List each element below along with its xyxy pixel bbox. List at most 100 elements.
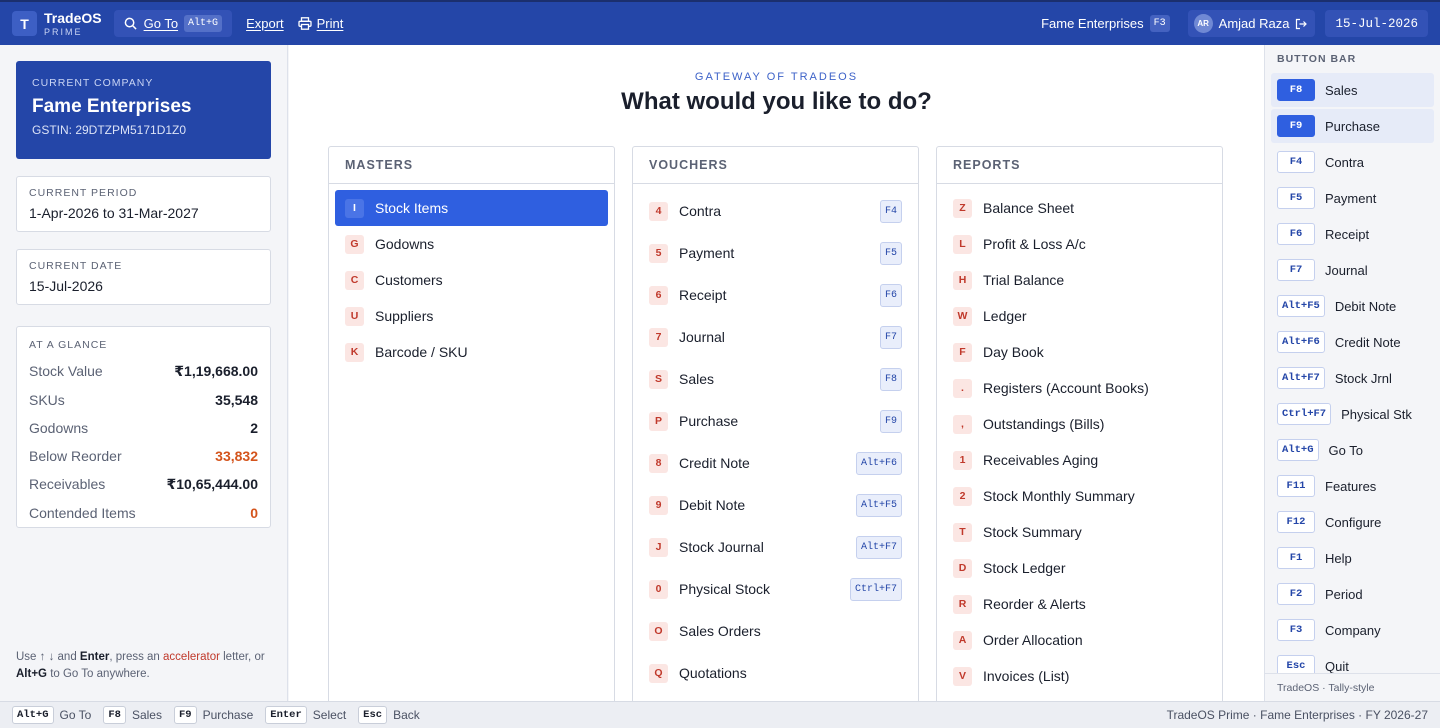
buttonbar-sales[interactable]: F8 Sales <box>1271 73 1434 107</box>
status-back[interactable]: Esc Back <box>358 706 420 724</box>
hint-text: to Go To anywhere. <box>47 668 150 680</box>
user-name: Amjad Raza <box>1218 16 1290 31</box>
vouchers-item-sales[interactable]: S Sales F8 <box>639 358 912 400</box>
export-button[interactable]: Export <box>246 16 284 31</box>
reports-item-trial-balance[interactable]: H Trial Balance <box>943 262 1216 298</box>
buttonbar-journal[interactable]: F7 Journal <box>1271 253 1434 287</box>
menu-item-label: Credit Note <box>679 455 750 471</box>
buttonbar-features[interactable]: F11 Features <box>1271 469 1434 503</box>
masters-item-stock-items[interactable]: I Stock Items <box>335 190 608 226</box>
print-label: Print <box>316 16 344 31</box>
print-button[interactable]: Print <box>297 16 344 31</box>
buttonbar-purchase[interactable]: F9 Purchase <box>1271 109 1434 143</box>
buttonbar-company[interactable]: F3 Company <box>1271 613 1434 647</box>
accelerator-key: 7 <box>649 327 668 347</box>
current-period-box[interactable]: CURRENT PERIOD 1-Apr-2026 to 31-Mar-2027 <box>16 176 271 232</box>
vouchers-item-purchase[interactable]: P Purchase F9 <box>639 400 912 442</box>
buttonbar-go-to[interactable]: Alt+G Go To <box>1271 433 1434 467</box>
button-bar: BUTTON BAR F8 Sales F9 Purchase F4 Contra F5 Pa… <box>1264 45 1440 701</box>
status-select[interactable]: Enter Select <box>265 706 346 724</box>
status-sales[interactable]: F8 Sales <box>103 706 162 724</box>
vouchers-header: VOUCHERS <box>633 147 918 184</box>
buttonbar-configure[interactable]: F12 Configure <box>1271 505 1434 539</box>
masters-item-godowns[interactable]: G Godowns <box>335 226 608 262</box>
masters-item-customers[interactable]: C Customers <box>335 262 608 298</box>
accelerator-key: P <box>649 411 668 431</box>
buttonbar-contra[interactable]: F4 Contra <box>1271 145 1434 179</box>
vouchers-item-physical-stock[interactable]: 0 Physical Stock Ctrl+F7 <box>639 568 912 610</box>
menu-item-label: Ledger <box>983 308 1027 324</box>
reports-item-profit-loss-a-c[interactable]: L Profit & Loss A/c <box>943 226 1216 262</box>
vouchers-item-journal[interactable]: 7 Journal F7 <box>639 316 912 358</box>
period-label: CURRENT PERIOD <box>29 187 138 199</box>
buttonbar-receipt[interactable]: F6 Receipt <box>1271 217 1434 251</box>
shortcut-key: Alt+F7 <box>1277 367 1325 389</box>
buttonbar-label: Sales <box>1325 82 1358 98</box>
buttonbar-label: Features <box>1325 478 1377 494</box>
date-display[interactable]: 15-Jul-2026 <box>1325 10 1428 37</box>
buttonbar-credit-note[interactable]: Alt+F6 Credit Note <box>1271 325 1434 359</box>
reports-item-stock-ledger[interactable]: D Stock Ledger <box>943 550 1216 586</box>
glance-row-label: Stock Value <box>29 363 103 379</box>
menu-item-label: Barcode / SKU <box>375 344 468 360</box>
buttonbar-payment[interactable]: F5 Payment <box>1271 181 1434 215</box>
vouchers-item-sales-orders[interactable]: O Sales Orders <box>639 610 912 652</box>
buttonbar-label: Company <box>1325 622 1381 638</box>
goto-label: Go To <box>143 16 179 31</box>
buttonbar-period[interactable]: F2 Period <box>1271 577 1434 611</box>
shortcut-badge: F9 <box>879 409 902 433</box>
search-icon <box>124 17 137 30</box>
glance-row-label: Below Reorder <box>29 448 122 464</box>
buttonbar-debit-note[interactable]: Alt+F5 Debit Note <box>1271 289 1434 323</box>
buttonbar-physical-stk[interactable]: Ctrl+F7 Physical Stk <box>1271 397 1434 431</box>
menu-item-label: Balance Sheet <box>983 200 1075 216</box>
glance-row: Godowns 2 <box>29 420 258 436</box>
buttonbar-label: Credit Note <box>1334 334 1401 350</box>
vouchers-item-stock-journal[interactable]: J Stock Journal Alt+F7 <box>639 526 912 568</box>
buttonbar-help[interactable]: F1 Help <box>1271 541 1434 575</box>
vouchers-item-payment[interactable]: 5 Payment F5 <box>639 232 912 274</box>
company-switcher[interactable]: Fame Enterprises F3 <box>1041 15 1170 32</box>
reports-item-balance-sheet[interactable]: Z Balance Sheet <box>943 190 1216 226</box>
vouchers-item-receipt[interactable]: 6 Receipt F6 <box>639 274 912 316</box>
menu-item-label: Outstandings (Bills) <box>983 416 1105 432</box>
accelerator-key: F <box>953 342 972 362</box>
reports-item-ledger[interactable]: W Ledger <box>943 298 1216 334</box>
logout-icon[interactable] <box>1295 18 1308 30</box>
accelerator-key: I <box>345 198 364 218</box>
shortcut-key: F3 <box>1277 619 1315 641</box>
reports-item-reorder-alerts[interactable]: R Reorder & Alerts <box>943 586 1216 622</box>
masters-item-suppliers[interactable]: U Suppliers <box>335 298 608 334</box>
reports-item-registers-account-books[interactable]: . Registers (Account Books) <box>943 370 1216 406</box>
accelerator-key: V <box>953 666 972 686</box>
reports-item-invoices-list[interactable]: V Invoices (List) <box>943 658 1216 694</box>
vouchers-item-portal-orders[interactable]: -Portal Orders <box>639 694 912 701</box>
status-purchase[interactable]: F9 Purchase <box>173 706 253 724</box>
shortcut-key: F11 <box>1277 475 1315 497</box>
vouchers-item-contra[interactable]: 4 Contra F4 <box>639 190 912 232</box>
user-menu[interactable]: AR Amjad Raza <box>1187 10 1316 37</box>
reports-item-stock-monthly-summary[interactable]: 2 Stock Monthly Summary <box>943 478 1216 514</box>
reports-item-order-allocation[interactable]: A Order Allocation <box>943 622 1216 658</box>
shortcut-key: Alt+F6 <box>1277 331 1325 353</box>
goto-button[interactable]: Go To Alt+G <box>113 10 233 37</box>
buttonbar-stock-jrnl[interactable]: Alt+F7 Stock Jrnl <box>1271 361 1434 395</box>
accelerator-key: G <box>345 234 364 254</box>
reports-item-receivables-aging[interactable]: 1 Receivables Aging <box>943 442 1216 478</box>
buttonbar-label: Contra <box>1325 154 1365 170</box>
buttonbar-label: Go To <box>1328 442 1363 458</box>
menu-item-label: Debit Note <box>679 497 746 513</box>
glance-row-label: SKUs <box>29 392 65 408</box>
menu-item-label: Stock Summary <box>983 524 1082 540</box>
current-date-box[interactable]: CURRENT DATE 15-Jul-2026 <box>16 249 271 305</box>
status-go-to[interactable]: Alt+G Go To <box>12 706 91 724</box>
vouchers-item-debit-note[interactable]: 9 Debit Note Alt+F5 <box>639 484 912 526</box>
reports-item-outstandings-bills[interactable]: , Outstandings (Bills) <box>943 406 1216 442</box>
vouchers-item-credit-note[interactable]: 8 Credit Note Alt+F6 <box>639 442 912 484</box>
vouchers-item-quotations[interactable]: Q Quotations <box>639 652 912 694</box>
shortcut-key: Alt+F5 <box>1277 295 1325 317</box>
reports-item-day-book[interactable]: F Day Book <box>943 334 1216 370</box>
masters-item-barcode-sku[interactable]: K Barcode / SKU <box>335 334 608 370</box>
accelerator-key: J <box>649 537 668 557</box>
reports-item-stock-summary[interactable]: T Stock Summary <box>943 514 1216 550</box>
